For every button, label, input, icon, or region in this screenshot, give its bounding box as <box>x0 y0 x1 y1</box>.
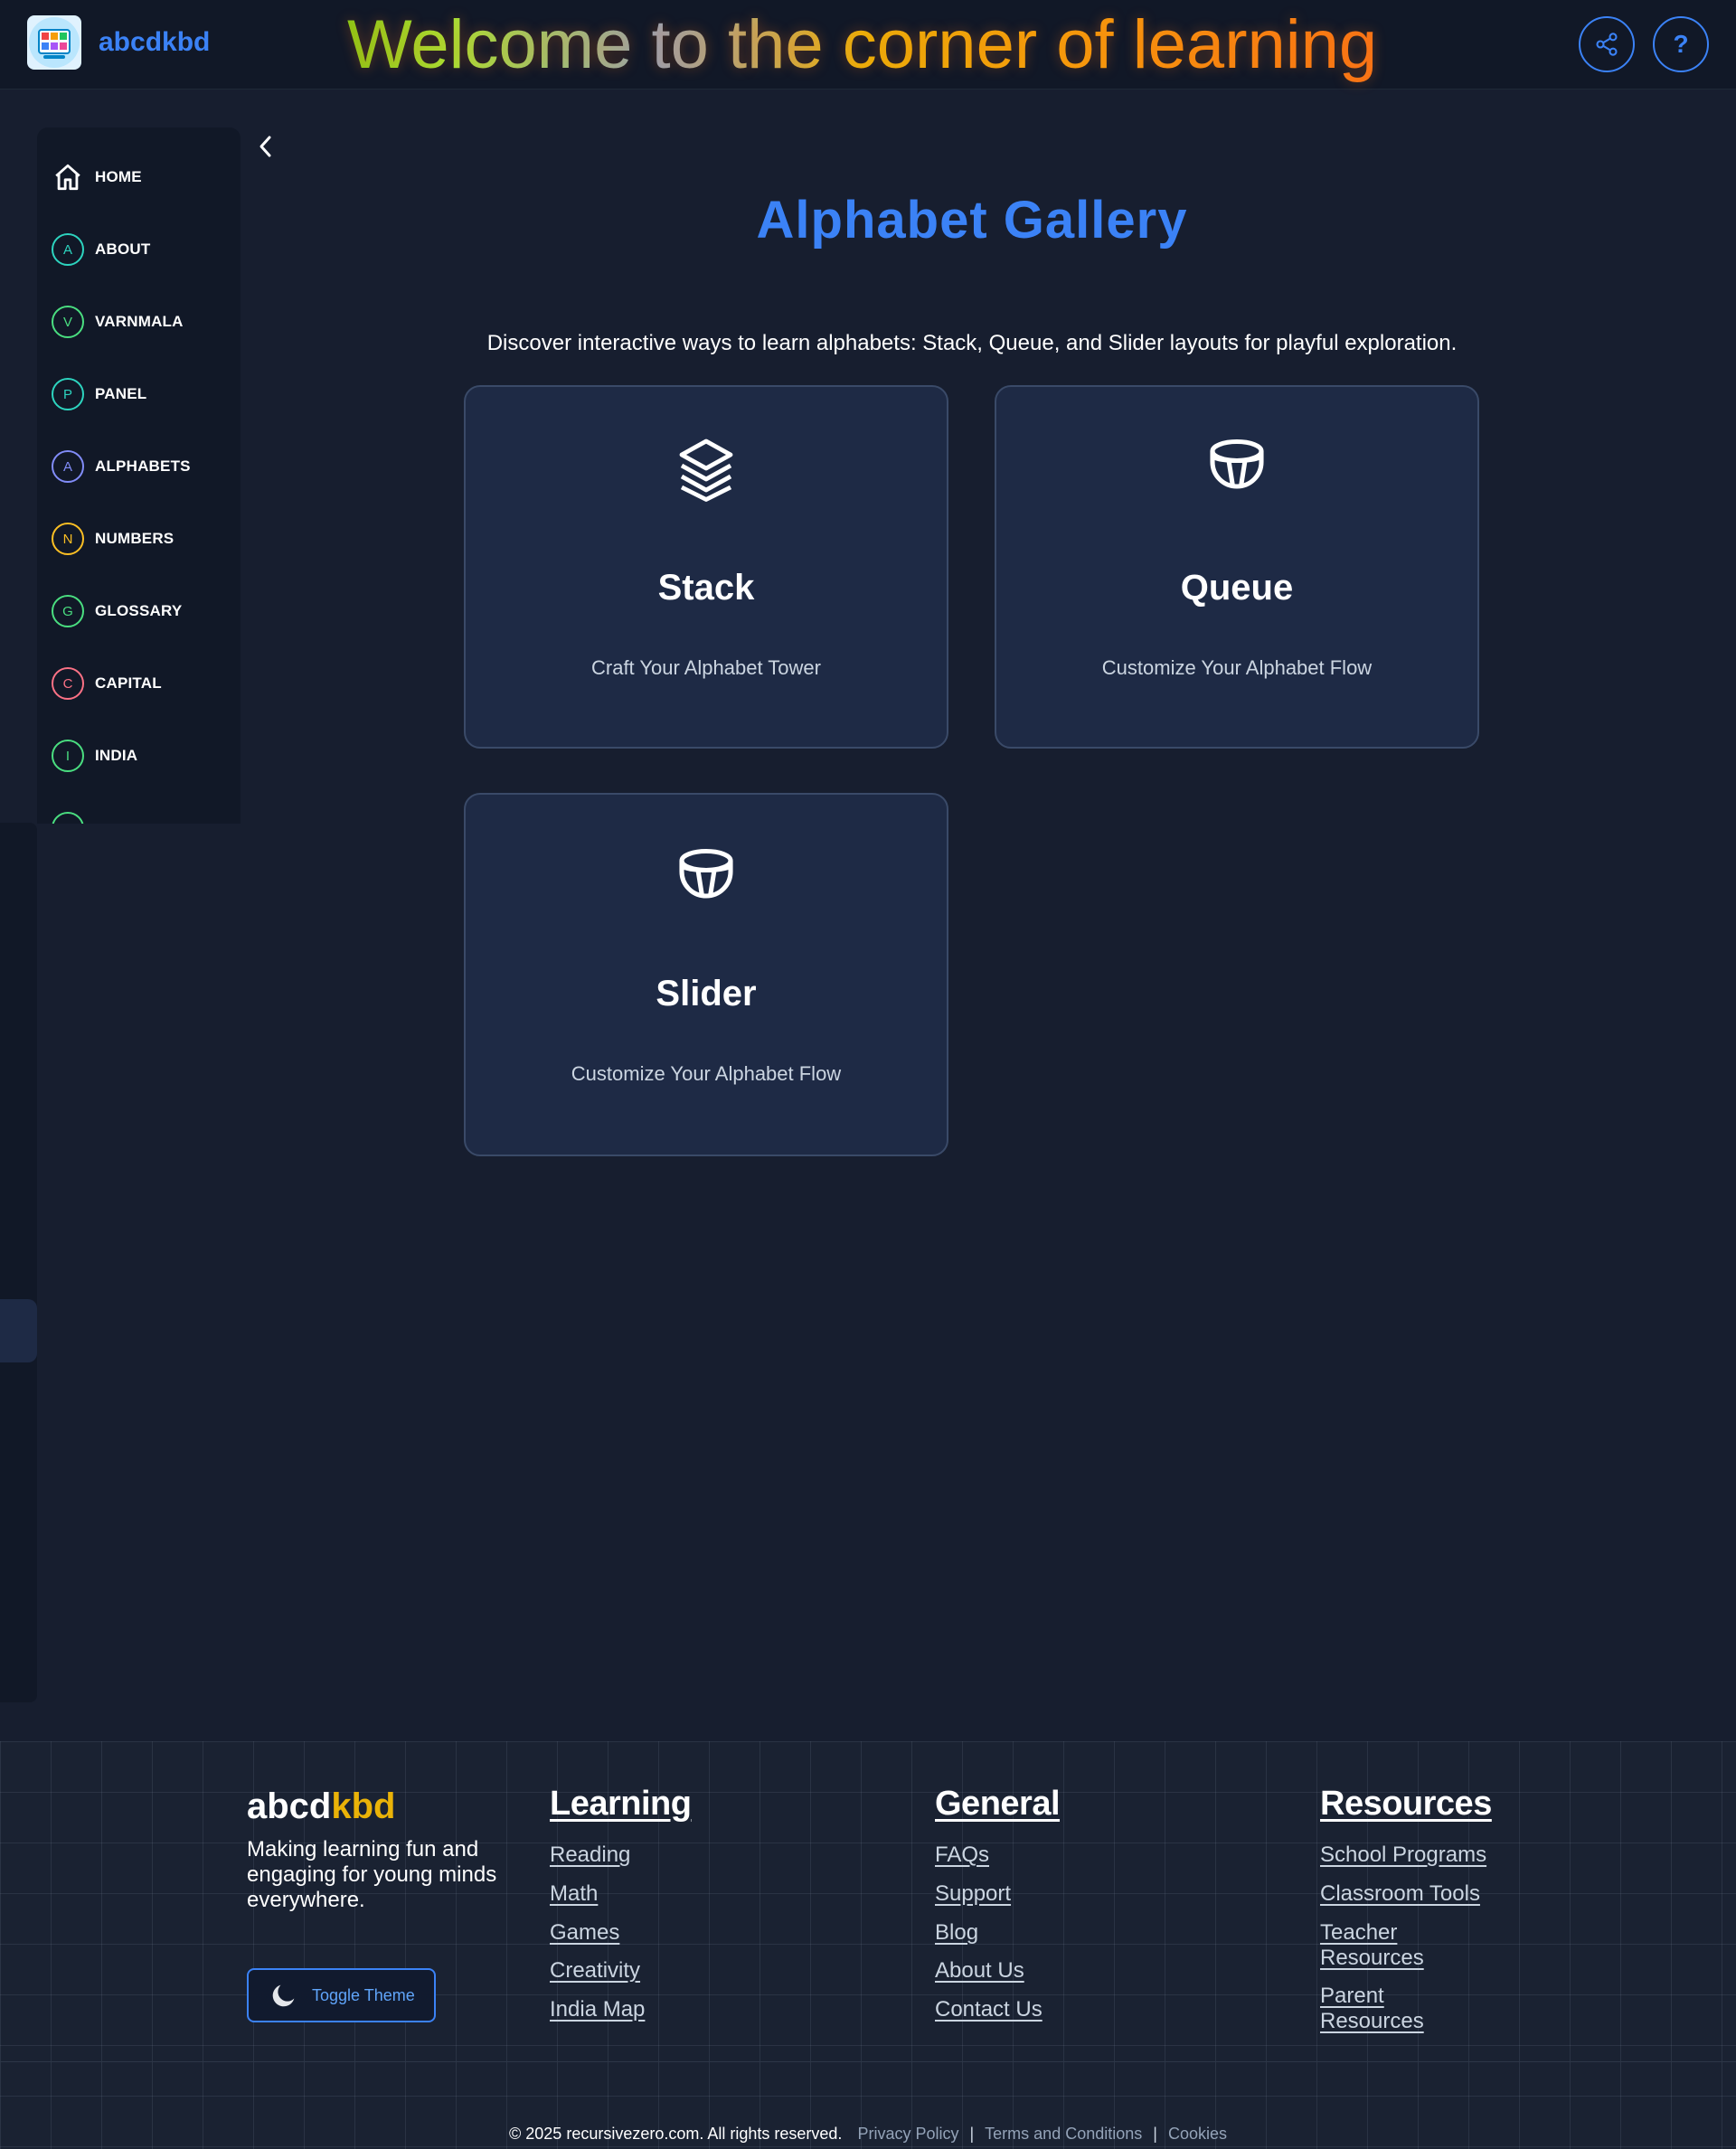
letter-c-icon: C <box>52 667 84 700</box>
sidebar-item-partial[interactable] <box>52 810 232 824</box>
home-icon <box>52 161 84 193</box>
page-intro: Discover interactive ways to learn alpha… <box>486 331 1458 355</box>
footer-link-math[interactable]: Math <box>550 1881 598 1907</box>
card-title: Slider <box>656 974 757 1013</box>
footer-tagline: Making learning fun and engaging for you… <box>247 1837 497 1912</box>
share-button[interactable] <box>1579 16 1635 72</box>
letter-p-icon: P <box>52 378 84 410</box>
app-logo[interactable] <box>27 15 81 70</box>
sidebar-item-label: VARNMALA <box>95 313 184 330</box>
privacy-policy-link[interactable]: Privacy Policy <box>857 2125 958 2143</box>
sidebar-item-panel[interactable]: P PANEL <box>52 376 232 412</box>
page-title: Alphabet Gallery <box>756 191 1188 250</box>
footer-link-school-programs[interactable]: School Programs <box>1320 1843 1486 1868</box>
letter-badge-icon <box>52 812 84 824</box>
sidebar-collapse-button[interactable] <box>253 130 278 163</box>
footer-col-title-resources: Resources <box>1320 1785 1492 1823</box>
help-button[interactable]: ? <box>1653 16 1709 72</box>
footer-link-contact-us[interactable]: Contact Us <box>935 1997 1043 2022</box>
footer-link-creativity[interactable]: Creativity <box>550 1958 640 1984</box>
gallery-card-stack[interactable]: Stack Craft Your Alphabet Tower <box>464 385 948 749</box>
footer-col-title-learning: Learning <box>550 1785 692 1823</box>
card-subtitle: Craft Your Alphabet Tower <box>591 656 821 679</box>
card-title: Stack <box>657 568 755 608</box>
help-icon: ? <box>1673 30 1689 58</box>
bowl-icon <box>996 432 1477 504</box>
chevron-left-icon <box>259 136 271 157</box>
sidebar-item-label: ALPHABETS <box>95 457 191 475</box>
card-subtitle: Customize Your Alphabet Flow <box>571 1062 842 1085</box>
letter-g-icon: G <box>52 595 84 627</box>
card-subtitle: Customize Your Alphabet Flow <box>1101 656 1373 679</box>
footer-link-parent-resources[interactable]: Parent Resources <box>1320 1984 1438 2034</box>
sidebar-handle[interactable] <box>0 1299 37 1362</box>
brand-name[interactable]: abcdkbd <box>99 27 210 58</box>
sidebar-item-label: INDIA <box>95 747 138 764</box>
bowl-icon <box>466 842 947 914</box>
footer-link-teacher-resources[interactable]: Teacher Resources <box>1320 1920 1438 1971</box>
sidebar-item-label: HOME <box>95 168 142 185</box>
cookies-link[interactable]: Cookies <box>1168 2125 1227 2143</box>
toggle-theme-button[interactable]: Toggle Theme <box>247 1968 436 2022</box>
footer-brand[interactable]: abcdkbd <box>247 1786 395 1827</box>
separator: | <box>969 2125 975 2143</box>
gallery-card-slider[interactable]: Slider Customize Your Alphabet Flow <box>464 793 948 1156</box>
sidebar-item-alphabets[interactable]: A ALPHABETS <box>52 448 232 485</box>
footer-col-title-general: General <box>935 1785 1061 1823</box>
welcome-banner: Welcome to the corner of learning <box>347 6 1378 83</box>
footer-link-india-map[interactable]: India Map <box>550 1997 645 2022</box>
sidebar-item-label: PANEL <box>95 385 147 402</box>
sidebar-item-glossary[interactable]: G GLOSSARY <box>52 593 232 629</box>
sidebar-item-label: NUMBERS <box>95 530 175 547</box>
footer-brand-accent: kbd <box>331 1786 396 1826</box>
copyright-bar: © 2025 recursivezero.com. All rights res… <box>0 2125 1736 2144</box>
letter-i-icon: I <box>52 740 84 772</box>
sidebar-rail <box>0 823 37 1702</box>
letter-a-icon: A <box>52 450 84 483</box>
footer-link-reading[interactable]: Reading <box>550 1843 630 1868</box>
sidebar-item-label: CAPITAL <box>95 674 162 692</box>
footer-divider <box>0 2061 1736 2062</box>
separator: | <box>1153 2125 1157 2143</box>
card-title: Queue <box>1180 568 1294 608</box>
sidebar-item-capital[interactable]: C CAPITAL <box>52 665 232 702</box>
footer-link-games[interactable]: Games <box>550 1920 619 1946</box>
footer-link-support[interactable]: Support <box>935 1881 1011 1907</box>
moon-icon <box>272 1984 295 2007</box>
footer-link-about-us[interactable]: About Us <box>935 1958 1024 1984</box>
footer-link-blog[interactable]: Blog <box>935 1920 978 1946</box>
layers-icon <box>466 432 947 504</box>
share-icon <box>1596 33 1618 56</box>
sidebar-item-india[interactable]: I INDIA <box>52 738 232 774</box>
terms-link[interactable]: Terms and Conditions <box>985 2125 1142 2143</box>
top-header: abcdkbd Welcome to the corner of learnin… <box>0 0 1736 90</box>
footer-brand-main: abcd <box>247 1786 332 1826</box>
sidebar-item-label: GLOSSARY <box>95 602 183 619</box>
footer-link-faqs[interactable]: FAQs <box>935 1843 989 1868</box>
footer-link-classroom-tools[interactable]: Classroom Tools <box>1320 1881 1480 1907</box>
copyright-text: © 2025 recursivezero.com. All rights res… <box>509 2125 843 2143</box>
letter-n-icon: N <box>52 523 84 555</box>
gallery-card-queue[interactable]: Queue Customize Your Alphabet Flow <box>995 385 1479 749</box>
sidebar-item-numbers[interactable]: N NUMBERS <box>52 521 232 557</box>
toggle-theme-label: Toggle Theme <box>312 1985 415 2004</box>
